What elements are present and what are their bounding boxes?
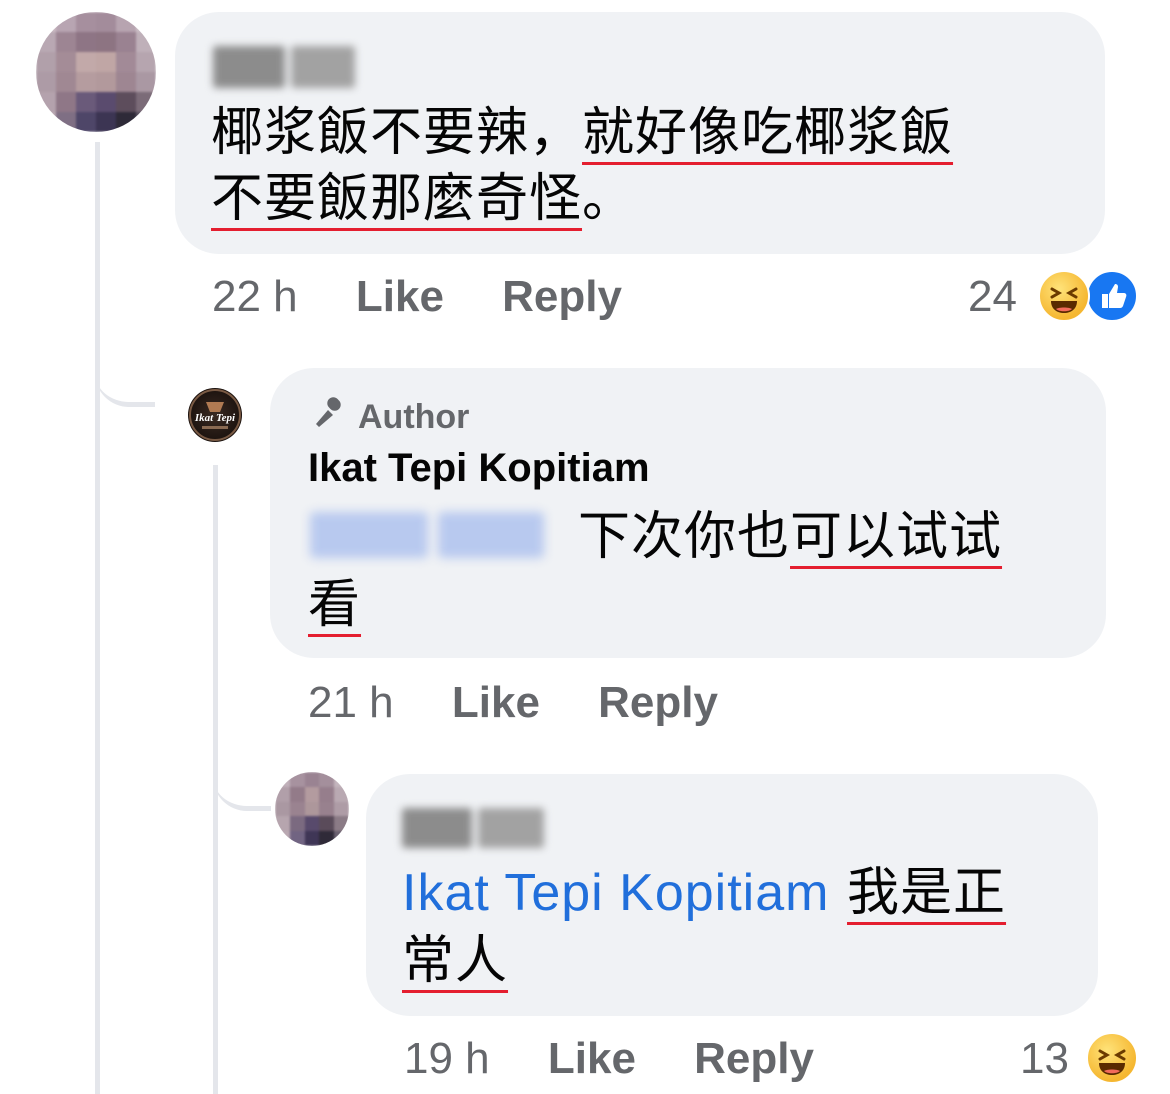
reply-button[interactable]: Reply bbox=[694, 1034, 814, 1083]
reply-bubble-2: Ikat Tepi Kopitiam 我是正 常人 bbox=[366, 774, 1098, 1016]
reply-author-name[interactable]: Ikat Tepi Kopitiam bbox=[308, 446, 650, 491]
microphone-icon bbox=[310, 394, 348, 441]
reply-text: 下次你也可以试试 bbox=[578, 507, 1003, 567]
reply-text-line2: 看 bbox=[308, 575, 362, 635]
reply-text: Ikat Tepi Kopitiam 我是正 bbox=[402, 863, 1007, 923]
thread-connector-reply2 bbox=[213, 740, 271, 811]
comment-timestamp[interactable]: 22 h bbox=[212, 272, 298, 321]
page-avatar-text: Ikat Tepi bbox=[194, 412, 236, 424]
page-avatar[interactable]: Ikat Tepi bbox=[188, 388, 242, 442]
like-button[interactable]: Like bbox=[452, 678, 540, 727]
mention-link[interactable]: Ikat Tepi Kopitiam bbox=[402, 864, 829, 922]
comment-author-name[interactable] bbox=[213, 46, 433, 88]
reaction-count[interactable]: 13 bbox=[1020, 1034, 1069, 1084]
like-icon[interactable] bbox=[1086, 270, 1138, 322]
reply-actions: 21 h Like Reply bbox=[308, 678, 718, 728]
comment-bubble: 椰浆飯不要辣，就好像吃椰浆飯 不要飯那麼奇怪。 bbox=[175, 12, 1105, 254]
reply-actions-2: 19 h Like Reply bbox=[404, 1034, 814, 1084]
comment-text-line2: 不要飯那麼奇怪。 bbox=[211, 169, 636, 229]
comment-text: 椰浆飯不要辣，就好像吃椰浆飯 bbox=[211, 103, 954, 163]
reply-button[interactable]: Reply bbox=[598, 678, 718, 727]
mention-link-blurred[interactable] bbox=[310, 512, 560, 558]
thread-line-main bbox=[95, 142, 100, 1094]
reaction-count[interactable]: 24 bbox=[968, 272, 1017, 322]
avatar[interactable] bbox=[36, 12, 156, 132]
author-badge: Author bbox=[310, 394, 469, 441]
like-button[interactable]: Like bbox=[356, 272, 444, 321]
like-button[interactable]: Like bbox=[548, 1034, 636, 1083]
reply-author-name-blurred[interactable] bbox=[402, 808, 622, 848]
avatar[interactable] bbox=[275, 772, 349, 846]
comment-actions: 22 h Like Reply bbox=[212, 272, 622, 322]
reply-timestamp[interactable]: 19 h bbox=[404, 1034, 490, 1083]
reply-bubble: Author Ikat Tepi Kopitiam 下次你也可以试试 看 bbox=[270, 368, 1106, 658]
laugh-icon[interactable] bbox=[1086, 1032, 1138, 1084]
laugh-icon[interactable] bbox=[1038, 270, 1090, 322]
reply-text-line2: 常人 bbox=[402, 931, 509, 991]
reply-timestamp[interactable]: 21 h bbox=[308, 678, 394, 727]
reply-button[interactable]: Reply bbox=[502, 272, 622, 321]
thread-connector-reply1 bbox=[95, 330, 155, 407]
